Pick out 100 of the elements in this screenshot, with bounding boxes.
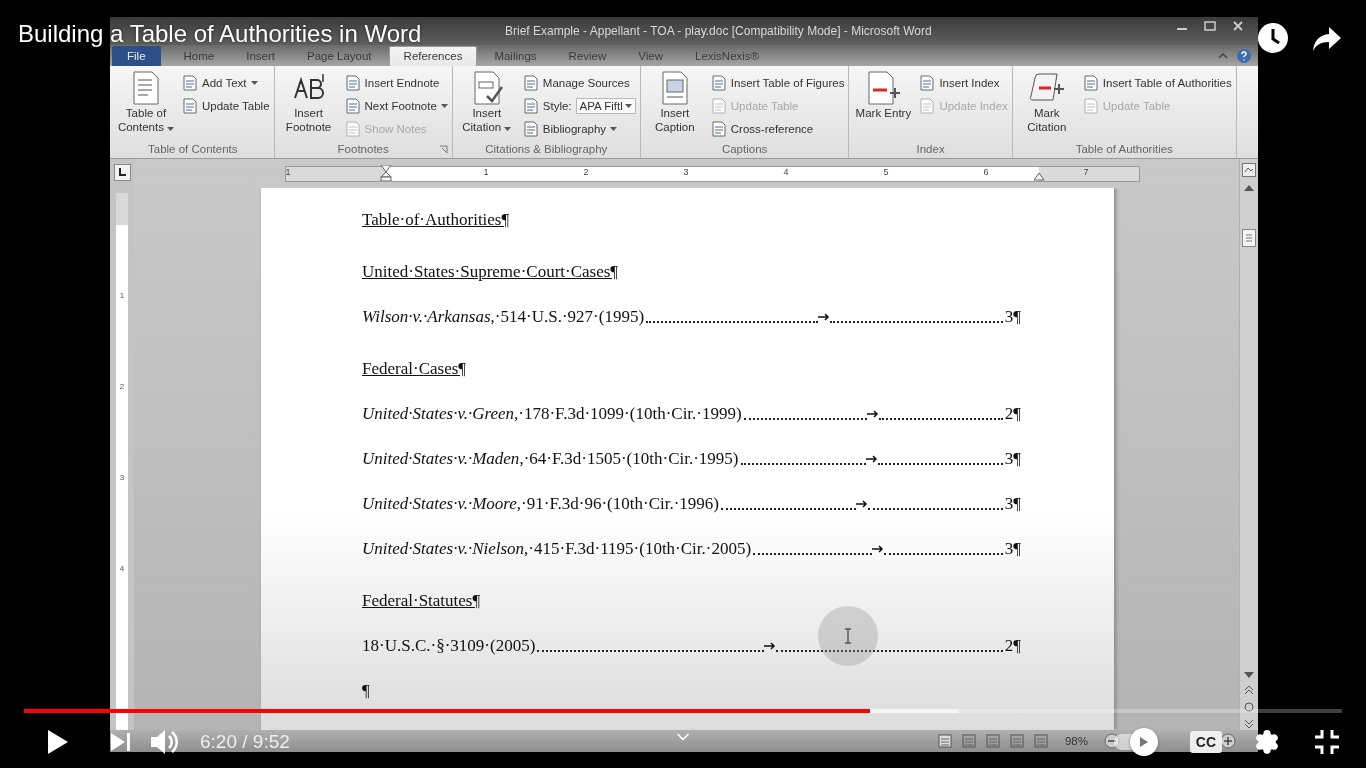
next-page-icon[interactable] [1244, 720, 1254, 728]
help-icon[interactable] [1236, 48, 1252, 64]
collapse-ribbon-icon[interactable] [1218, 53, 1228, 59]
tab-mark-icon [867, 410, 880, 418]
page-number: 2¶ [1004, 404, 1021, 424]
group-label: Index [916, 143, 945, 155]
caret-icon [250, 80, 258, 85]
scroll-up-icon[interactable] [1244, 185, 1254, 191]
document-icon [182, 97, 198, 114]
volume-button[interactable] [150, 728, 180, 756]
group-label: Table of Contents [148, 143, 238, 155]
ruler-number: 2 [583, 166, 589, 177]
document-icon [182, 74, 198, 91]
progress-bar[interactable] [24, 709, 1342, 713]
ruler-toggle-icon[interactable] [1242, 163, 1256, 177]
document-icon [710, 120, 727, 137]
style-dropdown[interactable]: APA Fiftl [575, 97, 636, 114]
previous-page-icon[interactable] [1244, 686, 1254, 694]
paragraph-mark: ¶ [362, 681, 370, 701]
zoom-out-icon[interactable] [1104, 733, 1120, 749]
ribbon-tab[interactable]: Insert [231, 46, 290, 66]
ribbon-large-button[interactable]: Insert Caption [644, 70, 705, 140]
ribbon-button[interactable]: Cross-reference [710, 119, 845, 138]
group-label: Table of Authorities [1075, 143, 1173, 155]
ribbon-large-button[interactable]: Insert Citation [456, 70, 517, 140]
caret-icon [624, 103, 632, 108]
ribbon-button[interactable]: Add Text [182, 73, 270, 92]
indent-marker[interactable] [380, 164, 392, 181]
document-icon [344, 74, 361, 91]
document-icon [919, 97, 936, 114]
autoplay-toggle[interactable] [1113, 728, 1158, 756]
ruler-number: 1 [119, 291, 125, 300]
settings-icon[interactable] [1254, 729, 1280, 755]
tab-mark-icon [818, 313, 831, 321]
citation-text: United·States·v.·Moore,·91·F.3d·96·(10th·Cir.·1996) [362, 494, 719, 514]
scroll-down-icon[interactable] [1244, 672, 1254, 678]
captions-button[interactable]: CC [1189, 731, 1222, 753]
close-icon[interactable] [1232, 21, 1244, 31]
view-icon[interactable] [936, 733, 953, 749]
heading: Federal·Statutes¶ [362, 591, 481, 611]
browse-object-icon[interactable] [1244, 702, 1254, 712]
caret-icon [610, 126, 618, 131]
time-display: 6:20 / 9:52 [200, 731, 290, 753]
file-tab[interactable]: File [112, 46, 161, 66]
ribbon-button[interactable]: Bibliography [522, 119, 636, 138]
ribbon-button[interactable]: Manage Sources [522, 73, 636, 92]
document-icon [1082, 97, 1099, 114]
page-number: 3¶ [1004, 307, 1021, 327]
next-button[interactable] [110, 731, 132, 753]
ribbon-button[interactable]: Insert Index [919, 73, 1008, 92]
exit-fullscreen-icon[interactable] [1314, 729, 1340, 755]
window-title: Brief Example - Appellant - TOA - play.doc [Compatibility Mode] - Microsoft Word [505, 24, 932, 38]
tab-selector[interactable] [113, 164, 131, 181]
caret-icon [167, 127, 175, 131]
document-icon [919, 74, 936, 91]
caret-icon [440, 103, 448, 108]
ribbon-tab[interactable]: References [388, 46, 478, 66]
citation-text: United·States·v.·Green,·178·F.3d·1099·(10th·Cir.·1999) [362, 404, 742, 424]
document-icon [344, 97, 361, 114]
ruler-number: 3 [683, 166, 689, 177]
tab-mark-icon [865, 455, 878, 463]
ruler-number: 3 [119, 473, 125, 482]
ribbon-large-button[interactable]: Mark Entry [853, 70, 914, 140]
clock-icon[interactable] [1257, 22, 1289, 54]
caret-icon [504, 127, 512, 131]
citation-text: United·States·v.·Maden,·64·F.3d·1505·(10th·Cir.·1995) [362, 449, 739, 469]
dialog-launcher-icon[interactable] [438, 145, 448, 154]
mark-entry-icon [865, 70, 902, 106]
group-label: Captions [721, 143, 768, 155]
ruler-number: 4 [119, 564, 125, 573]
ruler-number: 5 [883, 166, 889, 177]
group-label: Citations & Bibliography [485, 143, 608, 155]
ruler-number: 7 [1083, 166, 1089, 177]
heading: Table·of·Authorities¶ [362, 210, 510, 230]
heading: Federal·Cases¶ [362, 359, 466, 379]
ribbon-large-button[interactable]: Mark Citation [1016, 70, 1077, 140]
group-label: Footnotes [337, 143, 389, 155]
ribbon-button[interactable]: Next Footnote [344, 96, 448, 115]
ribbon-button[interactable]: Insert Endnote [344, 73, 448, 92]
page-number: 2¶ [1004, 636, 1021, 656]
document-icon [1082, 74, 1099, 91]
citation-text: 18·U.S.C.·§·3109·(2005) [362, 636, 536, 656]
scroll-thumb[interactable] [1242, 229, 1256, 247]
citation-text: United·States·v.·Nielson,·415·F.3d·1195·(10th·Cir.·2005) [362, 539, 752, 559]
style-label: Style: [542, 99, 572, 112]
video-title: Building a Table of Authorities in Word [18, 20, 422, 48]
document-icon [522, 120, 539, 137]
heading: United·States·Supreme·Court·Cases¶ [362, 262, 619, 282]
maximize-icon[interactable] [1204, 21, 1216, 31]
ribbon-large-button[interactable]: Table of Contents [116, 70, 176, 140]
ribbon-button[interactable]: Insert Table of Authorities [1082, 73, 1232, 92]
ribbon-button[interactable]: Update Table [182, 96, 270, 115]
ribbon-button[interactable]: Insert Table of Figures [710, 73, 845, 92]
tab-mark-icon [855, 500, 868, 508]
ribbon-large-button[interactable]: Insert Footnote [278, 70, 339, 140]
page-number: 3¶ [1004, 539, 1021, 559]
ruler-number: 1 [483, 166, 489, 177]
play-button[interactable] [46, 729, 70, 755]
indent-marker[interactable] [1033, 172, 1045, 181]
text-cursor-icon [844, 628, 852, 644]
